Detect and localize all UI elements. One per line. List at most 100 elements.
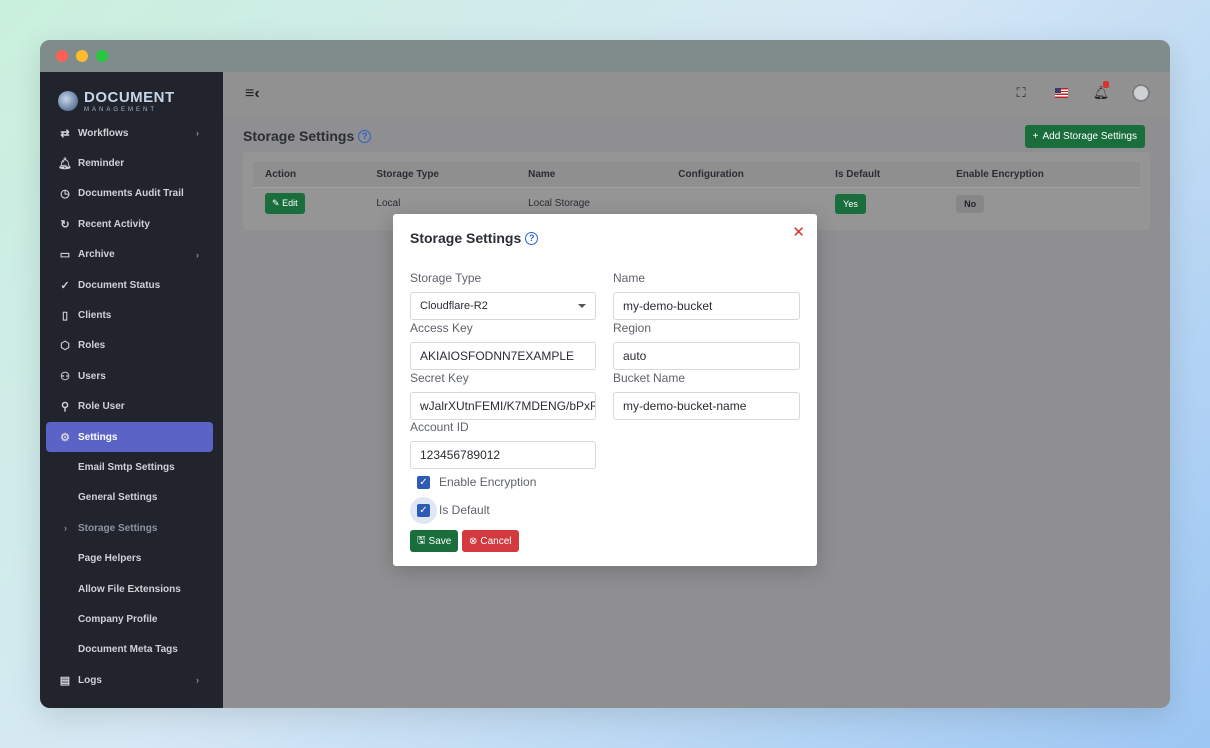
sidebar-item-label: Role User <box>78 401 125 413</box>
sidebar-item-logs[interactable]: ▤ Logs › <box>40 665 223 695</box>
sidebar-item-role-user[interactable]: ⚲ Role User <box>40 392 223 422</box>
storage-type-select[interactable]: Cloudflare-R2 <box>410 292 596 320</box>
close-icon[interactable]: ✕ <box>792 223 805 241</box>
region-input[interactable]: auto <box>613 342 800 370</box>
sidebar-subitem-general-settings[interactable]: General Settings <box>40 483 223 513</box>
sidebar-subitem-label: Storage Settings <box>78 522 158 534</box>
enable-encryption-badge: No <box>956 194 985 213</box>
add-storage-settings-button[interactable]: + Add Storage Settings <box>1024 124 1145 148</box>
dialog-title-text: Storage Settings <box>410 230 522 246</box>
clipboard-icon: ▯ <box>61 310 69 323</box>
chevron-right-icon: › <box>196 128 199 139</box>
logo[interactable]: DOCUMENT MANAGEMENT <box>40 72 223 118</box>
sidebar: DOCUMENT MANAGEMENT ⇄ Workflows › 🔔︎ Rem… <box>40 72 223 708</box>
sidebar-subitem-email-smtp-settings[interactable]: Email Smtp Settings <box>40 452 223 482</box>
minimize-window-button[interactable] <box>76 50 88 62</box>
name-input[interactable]: my-demo-bucket <box>613 292 800 320</box>
table-header-row: Action Storage Type Name Configuration I… <box>253 162 1140 188</box>
sidebar-item-roles[interactable]: ⬡ Roles <box>40 331 223 361</box>
sidebar-item-label: Users <box>78 370 106 382</box>
sidebar-subitem-allow-file-extensions[interactable]: Allow File Extensions <box>40 574 223 604</box>
page-title-text: Storage Settings <box>243 128 355 144</box>
save-button[interactable]: 🖫︎ Save <box>410 530 459 552</box>
is-default-badge: Yes <box>835 193 866 214</box>
sidebar-item-workflows[interactable]: ⇄ Workflows › <box>40 118 223 148</box>
cancel-button[interactable]: ⊗ Cancel <box>462 530 519 552</box>
sidebar-item-reminder[interactable]: 🔔︎ Reminder <box>40 148 223 178</box>
sidebar-subitem-label: Company Profile <box>78 613 158 625</box>
sidebar-subitem-label: Document Meta Tags <box>78 644 178 656</box>
chevron-right-icon: › <box>196 249 199 260</box>
column-header: Configuration <box>666 162 824 188</box>
region-label: Region <box>613 321 652 335</box>
column-header: Is Default <box>823 162 945 188</box>
bell-icon: 🔔︎ <box>58 158 72 171</box>
notification-badge <box>1103 81 1109 88</box>
users-icon: ⚇ <box>60 370 70 383</box>
sidebar-item-label: Logs <box>78 674 102 686</box>
sidebar-item-recent-activity[interactable]: ↻ Recent Activity <box>40 209 223 239</box>
help-icon[interactable]: ? <box>358 129 372 143</box>
sidebar-subitem-page-helpers[interactable]: Page Helpers <box>40 543 223 573</box>
logo-title: DOCUMENT <box>84 88 175 106</box>
notification-bell-icon[interactable]: 🔔︎ <box>1092 81 1110 102</box>
sidebar-toggle-icon[interactable]: ≡‹ <box>245 85 260 103</box>
sidebar-item-documents-audit-trail[interactable]: ◷ Documents Audit Trail <box>40 179 223 209</box>
sidebar-item-users[interactable]: ⚇ Users <box>40 361 223 391</box>
sidebar-item-clients[interactable]: ▯ Clients <box>40 300 223 330</box>
gear-icon: ⚙ <box>60 431 70 444</box>
logo-subtitle: MANAGEMENT <box>84 106 158 113</box>
storage-settings-table: Action Storage Type Name Configuration I… <box>253 162 1140 219</box>
sidebar-item-settings[interactable]: ⚙ Settings <box>46 421 213 453</box>
avatar[interactable] <box>1132 84 1150 102</box>
cancel-circle-icon: ⊗ <box>469 535 478 547</box>
save-button-label: Save <box>428 535 452 547</box>
fullscreen-icon[interactable]: ⛶ <box>1012 84 1030 102</box>
sidebar-subitem-document-meta-tags[interactable]: Document Meta Tags <box>40 635 223 665</box>
language-flag-icon[interactable] <box>1052 84 1070 102</box>
access-key-label: Access Key <box>410 321 473 335</box>
topbar: ≡‹ ⛶ 🔔︎ <box>223 72 1170 116</box>
enable-encryption-label: Enable Encryption <box>439 475 537 489</box>
chevron-right-icon: › <box>64 523 67 534</box>
shield-icon: ⬡ <box>60 340 70 353</box>
chevron-down-icon <box>578 304 586 308</box>
sidebar-item-label: Clients <box>78 310 112 322</box>
add-button-label: Add Storage Settings <box>1042 130 1137 142</box>
archive-icon: ▭ <box>59 249 71 262</box>
user-edit-icon: ⚲ <box>60 401 70 414</box>
sidebar-subitem-storage-settings[interactable]: › Storage Settings <box>40 513 223 543</box>
close-window-button[interactable] <box>56 50 68 62</box>
sidebar-subitem-label: Page Helpers <box>78 553 142 565</box>
cancel-button-label: Cancel <box>480 535 512 547</box>
edit-icon: ✎ <box>272 198 280 208</box>
help-icon[interactable]: ? <box>525 231 539 245</box>
is-default-checkbox[interactable]: ✓ <box>417 503 430 517</box>
sidebar-item-label: Documents Audit Trail <box>78 188 184 200</box>
secret-key-input[interactable]: wJalrXUtnFEMI/K7MDENG/bPxRfiCYEXAMPLEKEY <box>410 392 596 420</box>
is-default-label: Is Default <box>439 503 490 517</box>
clock-icon: ◷ <box>60 188 70 201</box>
document-icon: ▤ <box>59 674 71 687</box>
check-circle-icon: ✓ <box>60 279 70 292</box>
column-header: Enable Encryption <box>944 162 1140 188</box>
bucket-name-input[interactable]: my-demo-bucket-name <box>613 392 800 420</box>
storage-settings-dialog: Storage Settings ? ✕ Storage Type Cloudf… <box>393 214 817 566</box>
sidebar-subitem-label: General Settings <box>78 492 158 504</box>
sidebar-item-document-status[interactable]: ✓ Document Status <box>40 270 223 300</box>
name-label: Name <box>613 271 646 285</box>
sidebar-item-label: Recent Activity <box>78 218 150 230</box>
page-title: Storage Settings ? <box>243 128 372 144</box>
account-id-input[interactable]: 123456789012 <box>410 441 596 469</box>
enable-encryption-checkbox[interactable]: ✓ <box>417 475 430 489</box>
logo-globe-icon <box>58 91 78 111</box>
access-key-input[interactable]: AKIAIOSFODNN7EXAMPLE <box>410 342 596 370</box>
sidebar-item-archive[interactable]: ▭ Archive › <box>40 240 223 270</box>
maximize-window-button[interactable] <box>96 50 108 62</box>
sidebar-subitem-company-profile[interactable]: Company Profile <box>40 604 223 634</box>
column-header: Action <box>253 162 365 188</box>
sidebar-item-label: Settings <box>78 431 118 443</box>
sidebar-subitem-label: Email Smtp Settings <box>78 461 175 473</box>
edit-button[interactable]: ✎ Edit <box>265 193 305 214</box>
sidebar-item-label: Reminder <box>78 158 125 170</box>
